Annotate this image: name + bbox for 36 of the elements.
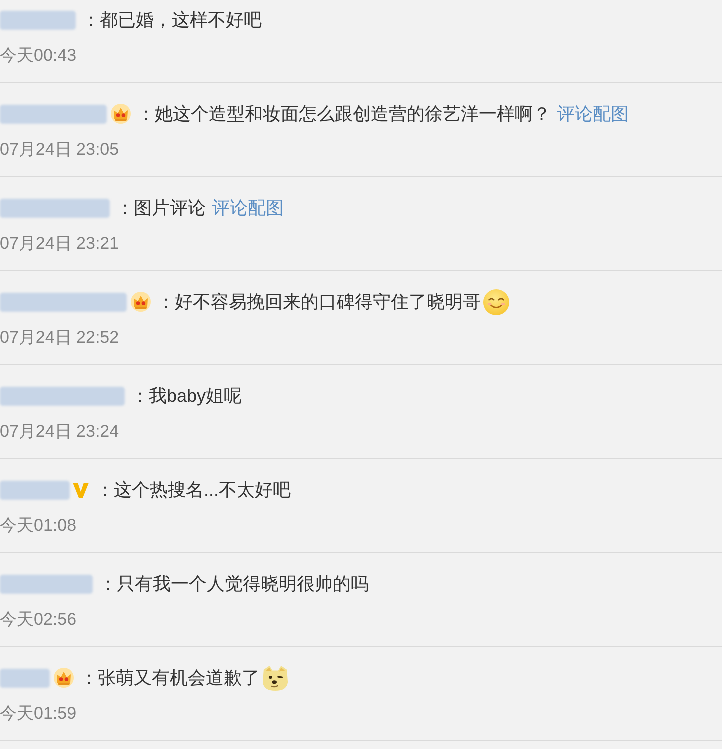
colon-separator: ： bbox=[131, 385, 149, 408]
comment-text: 好不容易挽回来的口碑得守住了晓明哥 bbox=[175, 291, 481, 314]
comment-image-link[interactable]: 评论配图 bbox=[212, 196, 284, 220]
comment-image-link[interactable]: 评论配图 bbox=[557, 102, 629, 126]
colon-separator: ： bbox=[82, 9, 100, 32]
blurred-username[interactable] bbox=[0, 104, 107, 124]
comment-time: 今天00:43 bbox=[0, 45, 77, 67]
colon-separator: ： bbox=[157, 291, 175, 314]
comment-text: 都已婚，这样不好吧 bbox=[100, 9, 262, 32]
colon-separator: ： bbox=[137, 103, 155, 126]
colon-separator: ： bbox=[96, 479, 114, 502]
comment-time: 今天01:59 bbox=[0, 703, 77, 725]
blurred-username[interactable] bbox=[0, 480, 70, 500]
blurred-username[interactable] bbox=[0, 668, 50, 688]
blurred-username[interactable] bbox=[0, 292, 127, 312]
colon-separator: ： bbox=[99, 573, 117, 596]
comment-text: 这个热搜名...不太好吧 bbox=[114, 479, 292, 502]
blurred-username[interactable] bbox=[0, 198, 110, 218]
comment-text: 只有我一个人觉得晓明很帅的吗 bbox=[117, 573, 369, 596]
comment-text: 图片评论 bbox=[134, 197, 206, 220]
dog-face-icon bbox=[262, 664, 289, 692]
comment-time: 07月24日 23:21 bbox=[0, 233, 120, 255]
comment-time: 07月24日 23:24 bbox=[0, 421, 120, 443]
colon-separator: ： bbox=[116, 197, 134, 220]
blurred-username[interactable] bbox=[0, 574, 93, 594]
blurred-username[interactable] bbox=[0, 386, 125, 406]
comment-time: 今天02:56 bbox=[0, 609, 77, 631]
blurred-username[interactable] bbox=[0, 10, 76, 30]
smiling-face-icon bbox=[483, 288, 510, 316]
comment-time: 今天01:08 bbox=[0, 515, 77, 537]
comment-text: 我baby姐呢 bbox=[149, 385, 242, 408]
comment-text: 张萌又有机会道歉了 bbox=[98, 667, 260, 690]
comment-time: 07月24日 23:05 bbox=[0, 139, 120, 161]
colon-separator: ： bbox=[80, 667, 98, 690]
comment-time: 07月24日 22:52 bbox=[0, 327, 120, 349]
comment-text: 她这个造型和妆面怎么跟创造营的徐艺洋一样啊？ bbox=[155, 103, 551, 126]
